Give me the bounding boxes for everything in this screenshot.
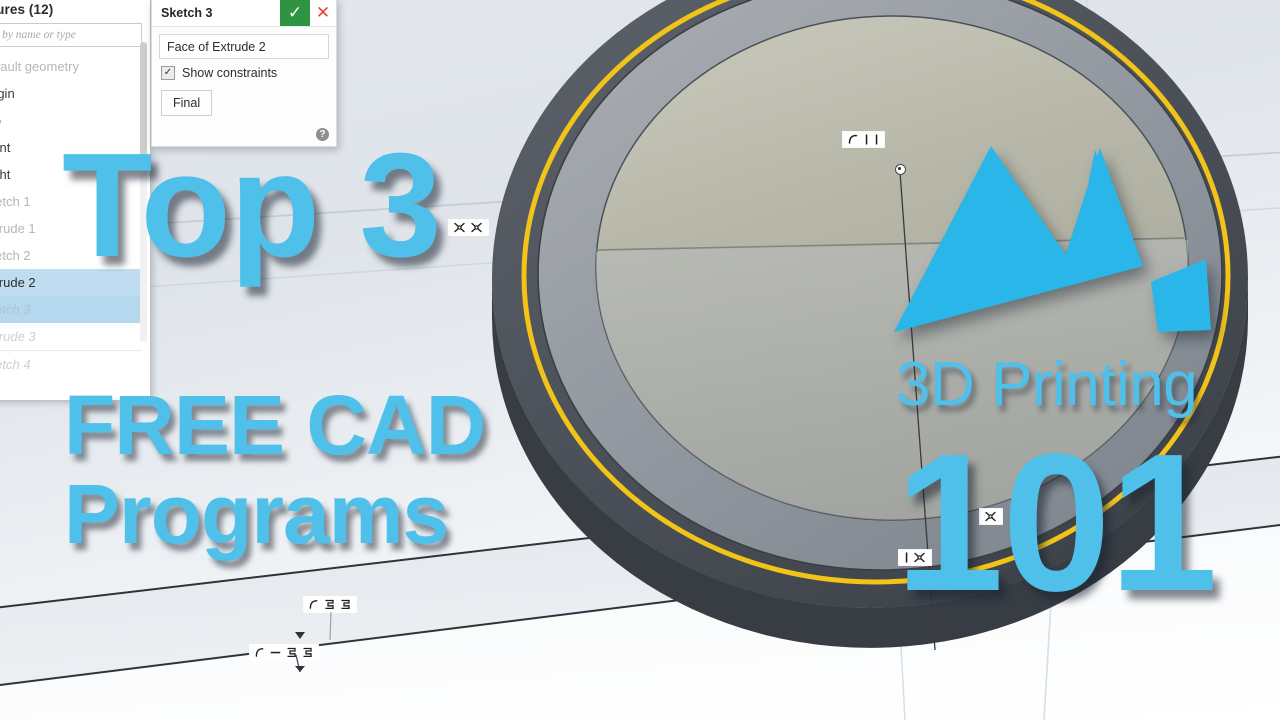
vertical-constraint-icon — [875, 134, 878, 145]
feature-filter-input[interactable]: Filter by name or type — [0, 23, 142, 47]
title-line-2: FREE CAD — [64, 378, 486, 472]
constraint-badge-mid-left[interactable] — [449, 220, 488, 235]
tangent-icon — [454, 222, 465, 233]
equal-constraint-icon — [341, 599, 350, 610]
equal-constraint-icon — [303, 647, 312, 658]
constraint-badge-line-upper[interactable] — [304, 597, 356, 612]
brand-number: 101 — [895, 413, 1218, 632]
mountain-peaks-logo-icon — [894, 146, 1211, 332]
thumbnail-canvas: Features (12) Filter by name or type Def… — [0, 0, 1280, 720]
equal-constraint-icon — [325, 599, 334, 610]
equal-constraint-icon — [287, 647, 296, 658]
tree-item-origin[interactable]: Origin — [0, 80, 142, 107]
tangent-icon — [848, 134, 858, 144]
final-button[interactable]: Final — [161, 90, 213, 116]
sketch-plane-field[interactable]: Face of Extrude 2 — [159, 34, 329, 59]
tree-item-extrude-3[interactable]: Extrude 3 — [0, 323, 142, 350]
tangent-icon — [255, 648, 264, 657]
show-constraints-label: Show constraints — [182, 66, 278, 80]
vertical-constraint-icon — [865, 134, 868, 145]
tangent-icon — [471, 222, 482, 233]
brand-text: 3D Printing — [896, 350, 1198, 419]
show-constraints-row[interactable]: ✓ Show constraints — [161, 66, 329, 80]
show-constraints-checkbox[interactable]: ✓ — [161, 66, 175, 80]
feature-filter-placeholder: Filter by name or type — [0, 29, 76, 41]
tangent-icon — [309, 600, 318, 609]
feature-tree-header: Features (12) — [0, 2, 54, 17]
constraint-badge-line-lower[interactable] — [250, 645, 318, 660]
tree-item-sketch-3[interactable]: Sketch 3 — [0, 296, 142, 323]
title-line-1: Top 3 — [62, 123, 442, 288]
sketch-dialog-titlebar: Sketch 3 ✓ ✕ — [152, 0, 336, 27]
tree-item-sketch-4[interactable]: Sketch 4 — [0, 350, 142, 378]
tree-item-default-geometry[interactable]: Default geometry — [0, 53, 142, 80]
title-line-3: Programs — [64, 467, 449, 561]
horizontal-constraint-icon — [270, 651, 281, 654]
sketch-dialog-title: Sketch 3 — [161, 5, 213, 20]
accept-checkmark-button[interactable]: ✓ — [280, 0, 310, 26]
constraint-badge-top-right[interactable] — [843, 132, 884, 147]
cancel-x-button[interactable]: ✕ — [310, 0, 336, 26]
